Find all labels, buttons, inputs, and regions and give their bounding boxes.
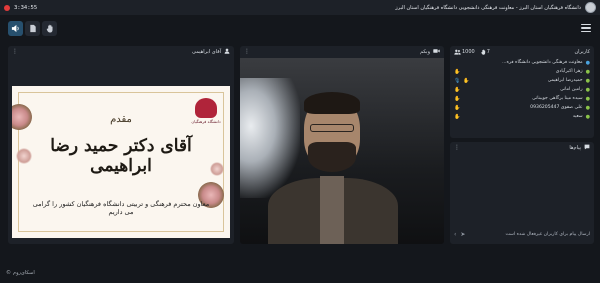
users-panel: کاربران 1000 7 ● معاونت فرهنگی دانشجویی د…	[450, 46, 594, 138]
panel-title: وبکم	[420, 48, 430, 55]
session-timer: 3:34:55	[14, 4, 38, 11]
user-list-item[interactable]: ● حمیدرضا ابراهیمی 🎙 ✋	[454, 76, 590, 85]
kebab-menu-icon[interactable]: ⋮	[454, 144, 460, 151]
chat-panel: پیام‌ها ⋮ ارسال پیام برای کاربران غیرفعا…	[450, 142, 594, 244]
user-name-wrap: ● رامین امانی	[560, 87, 590, 93]
user-name: زهرا اکبرآبادی	[555, 69, 583, 74]
user-status: 🎙 ✋	[454, 78, 470, 84]
hand-icon[interactable]	[42, 20, 57, 36]
user-icon: ●	[585, 113, 590, 120]
user-status: ✋	[454, 87, 460, 93]
user-list-item[interactable]: ● زهرا اکبرآبادی ✋	[454, 67, 590, 76]
brand-label: اسکای‌روم	[13, 270, 35, 276]
users-group-icon	[454, 49, 461, 55]
user-name-wrap: ● علی صفوی 0936205447	[530, 105, 590, 111]
user-name-wrap: ● سعید	[573, 114, 590, 120]
user-list-item[interactable]: ● رامین امانی ✋	[454, 85, 590, 94]
hands-count: 7	[481, 49, 490, 55]
hand-icon: ✋	[454, 68, 461, 75]
panel-title: کاربران	[574, 48, 590, 55]
kebab-menu-icon[interactable]: ⋮	[12, 48, 18, 55]
file-icon[interactable]	[25, 20, 40, 36]
room-title: دانشگاه فرهنگیان استان البرز - معاونت فر…	[395, 4, 581, 11]
user-icon	[224, 48, 230, 56]
user-icon: ●	[585, 104, 590, 111]
flower-decoration-icon	[16, 148, 32, 164]
hand-icon: ✋	[454, 86, 461, 93]
user-icon: ●	[585, 86, 590, 93]
panel-header: آقای ابراهیمی ⋮	[8, 46, 234, 57]
user-status: ✋	[454, 69, 460, 75]
hand-icon: ✋	[454, 113, 461, 120]
hand-icon: ✋	[454, 104, 461, 111]
chat-icon	[584, 144, 590, 152]
panel-header: کاربران 1000 7	[450, 46, 594, 57]
user-name: حمیدرضا ابراهیمی	[547, 78, 583, 83]
webcam-panel: وبکم ⋮	[240, 46, 444, 244]
chevron-left-icon[interactable]: ‹	[454, 231, 456, 238]
user-list-item[interactable]: ● سعید ✋	[454, 112, 590, 121]
copyright-icon: ©	[6, 270, 11, 276]
hand-icon: ✋	[454, 95, 461, 102]
speaker-icon[interactable]	[8, 20, 23, 36]
user-icon: ●	[585, 59, 590, 66]
chat-input-placeholder: ارسال پیام برای کاربران غیرفعال شده است	[505, 231, 590, 237]
slide-name: آقای دکتر حمید رضا ابراهیمی	[50, 136, 192, 176]
user-list-item[interactable]: ● سیده مینا برگاهی جویبناتی ✋	[454, 94, 590, 103]
user-list: ● معاونت فرهنگی دانشجویی دانشگاه فره... ● ز…	[450, 57, 594, 122]
top-bar: 3:34:55 دانشگاه فرهنگیان استان البرز - م…	[0, 0, 600, 15]
send-icon[interactable]: ➤	[460, 231, 465, 238]
user-name-wrap: ● سیده مینا برگاهی جویبناتی	[532, 96, 590, 102]
user-name: معاونت فرهنگی دانشجویی دانشگاه فره...	[502, 60, 583, 65]
chat-input[interactable]: ارسال پیام برای کاربران غیرفعال شده است …	[454, 228, 590, 240]
panel-title: آقای ابراهیمی	[192, 48, 221, 55]
webcam-video	[240, 58, 444, 244]
user-name-wrap: ● معاونت فرهنگی دانشجویی دانشگاه فره...	[502, 60, 590, 66]
recording-indicator-icon	[4, 4, 10, 11]
user-status: ✋	[454, 105, 460, 111]
slide-heading: مقدم	[110, 114, 132, 125]
user-name: سعید	[572, 114, 583, 119]
panel-title: پیام‌ها	[569, 144, 581, 151]
toolbar	[0, 18, 600, 38]
user-name-wrap: ● زهرا اکبرآبادی	[556, 69, 590, 75]
footer-brand: © اسکای‌روم	[6, 270, 35, 276]
user-name: سیده مینا برگاهی جویبناتی	[532, 96, 583, 101]
user-icon: ●	[585, 95, 590, 102]
users-count: 1000	[454, 49, 475, 55]
panel-header: وبکم ⋮	[240, 46, 444, 57]
user-name: علی صفوی 0936205447	[530, 105, 583, 110]
hand-icon: ✋	[463, 77, 470, 84]
user-icon: ●	[585, 68, 590, 75]
camera-icon	[433, 48, 440, 56]
user-name-wrap: ● حمیدرضا ابراهیمی	[548, 78, 590, 84]
avatar[interactable]	[585, 2, 596, 13]
kebab-menu-icon[interactable]: ⋮	[244, 48, 250, 55]
flower-decoration-icon	[210, 162, 224, 176]
user-status: ✋	[454, 114, 460, 120]
user-list-item[interactable]: ● معاونت فرهنگی دانشجویی دانشگاه فره...	[454, 58, 590, 67]
user-name: رامین امانی	[560, 87, 583, 92]
slide-subtitle: معاون محترم فرهنگی و تربیتی دانشگاه فرهن…	[32, 200, 210, 216]
hand-icon	[481, 49, 486, 55]
user-list-item[interactable]: ● علی صفوی 0936205447 ✋	[454, 103, 590, 112]
panel-header: پیام‌ها ⋮	[450, 142, 594, 153]
menu-icon[interactable]	[580, 22, 592, 34]
presentation-slide: دانشگاه فرهنگیان مقدم آقای دکتر حمید رضا…	[12, 86, 230, 238]
microphone-icon: 🎙	[454, 77, 461, 84]
user-icon: ●	[585, 77, 590, 84]
user-status: ✋	[454, 96, 460, 102]
presentation-panel: آقای ابراهیمی ⋮ دانشگاه فرهنگیان مقدم آق…	[8, 46, 234, 244]
